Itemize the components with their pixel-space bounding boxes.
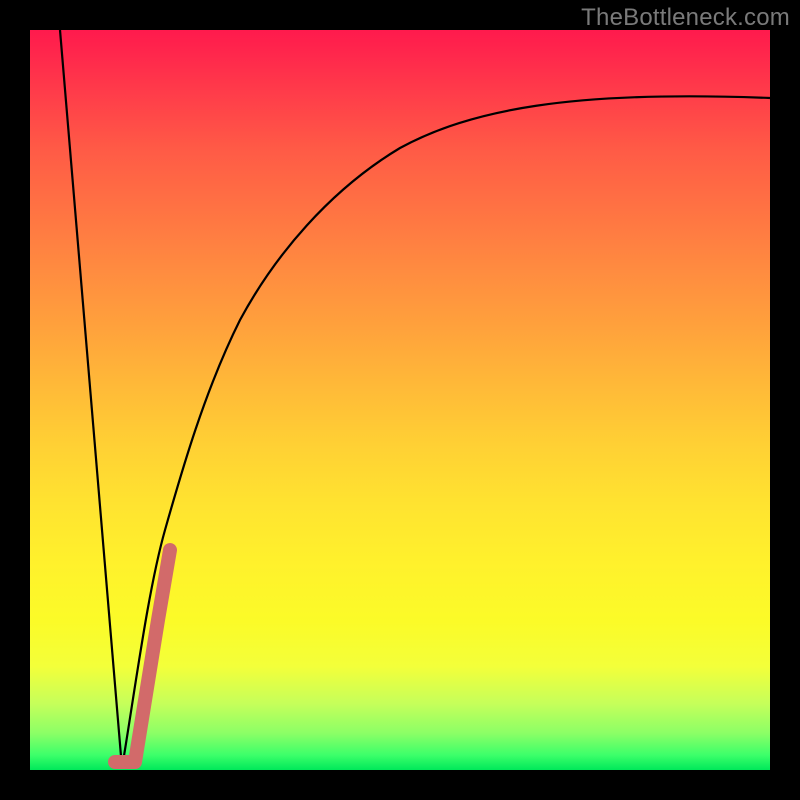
right-log-curve [122,96,770,768]
curve-layer [30,30,770,770]
chart-frame: TheBottleneck.com [0,0,800,800]
left-descent-line [60,30,122,768]
plot-area [30,30,770,770]
highlight-segment [115,550,170,762]
watermark-text: TheBottleneck.com [581,4,790,32]
